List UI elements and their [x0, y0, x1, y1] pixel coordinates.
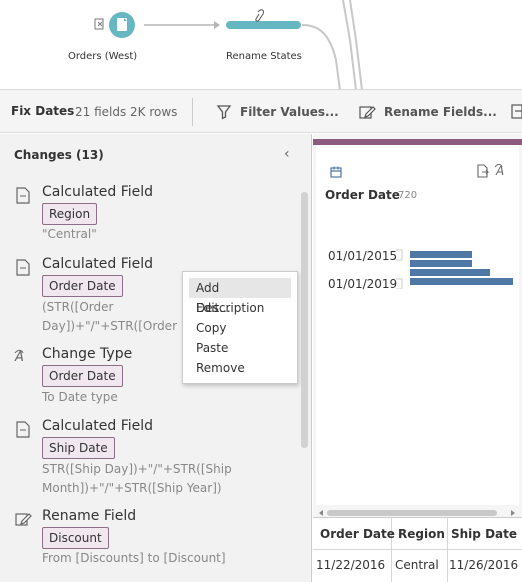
grid-cell[interactable]: 11/26/2016 — [449, 558, 518, 572]
field-pill: Region — [42, 203, 98, 225]
field-doc-icon[interactable] — [476, 164, 490, 178]
change-item[interactable]: Calculated Field Region "Central" — [14, 184, 294, 246]
filter-values-label: Filter Values... — [240, 105, 339, 119]
change-item[interactable]: Rename Field Discount From [Discounts] t… — [14, 508, 294, 570]
grid-cell[interactable]: Central — [395, 558, 439, 572]
change-description-line: Month])+"/"+STR([Ship Year]) — [42, 481, 222, 495]
rename-pencil-icon — [359, 106, 376, 119]
changes-header: Changes (13) — [14, 148, 104, 162]
calendar-icon — [330, 166, 342, 178]
menu-item-copy[interactable]: Copy — [189, 318, 291, 338]
field-pill: Order Date — [42, 275, 123, 297]
profile-bar[interactable] — [410, 251, 472, 258]
changes-scrollbar[interactable] — [301, 192, 308, 448]
step-toolbar: Fix Dates 21 fields 2K rows Filter Value… — [0, 90, 522, 133]
rename-fields-label: Rename Fields... — [384, 105, 497, 119]
change-type-icon: A — [14, 349, 24, 365]
change-title: Calculated Field — [42, 256, 154, 272]
collapse-panel-icon[interactable]: ‹ — [284, 146, 290, 162]
field-pill: Order Date — [42, 365, 123, 387]
step-title: Fix Dates — [11, 104, 75, 118]
flow-connectors — [94, 0, 363, 89]
change-description: From [Discounts] to [Discount] — [42, 551, 226, 565]
calculated-field-icon — [16, 421, 30, 438]
filter-icon — [216, 105, 232, 120]
profile-distinct-count: 720 — [398, 190, 418, 201]
change-title: Change Type — [42, 346, 133, 362]
more-actions-icon[interactable] — [511, 104, 522, 120]
column-header[interactable]: Region — [398, 527, 445, 541]
input-x-icon — [94, 18, 104, 30]
column-header[interactable]: Order Date — [320, 527, 395, 541]
bracket-ticks — [396, 249, 403, 289]
row-divider — [313, 549, 522, 550]
y-tick-label: 01/01/2015 — [328, 249, 398, 263]
change-item[interactable]: Calculated Field Ship Date STR([Ship Day… — [14, 418, 294, 498]
calculated-field-icon — [16, 187, 30, 204]
row-count: 2K rows — [130, 105, 178, 119]
profile-bar[interactable] — [410, 260, 472, 267]
column-divider — [447, 518, 448, 582]
node-rename-states-label[interactable]: Rename States — [226, 51, 302, 62]
profile-bar[interactable] — [410, 269, 490, 276]
field-count: 21 fields — [75, 105, 127, 119]
calculated-field-icon — [16, 259, 30, 276]
change-title: Calculated Field — [42, 184, 154, 200]
filter-values-button[interactable]: Filter Values... — [216, 100, 339, 124]
change-title: Rename Field — [42, 508, 137, 524]
change-type-icon[interactable]: A — [494, 163, 510, 177]
profile-field-name: Order Date — [325, 188, 400, 202]
menu-item-paste[interactable]: Paste — [189, 338, 291, 358]
rename-fields-button[interactable]: Rename Fields... — [358, 100, 497, 124]
flow-canvas[interactable]: Orders (West) Rename States — [0, 0, 522, 90]
menu-item-add-description[interactable]: Add Description — [189, 278, 291, 315]
profile-card[interactable]: A Order Date 720 01/01/2015 01/01/2019 — [316, 145, 519, 505]
node-orders-west-label[interactable]: Orders (West) — [68, 51, 137, 62]
change-title: Calculated Field — [42, 418, 154, 434]
data-grid: Order Date Region Ship Date 11/22/2016 C… — [313, 517, 522, 582]
y-tick-label: 01/01/2019 — [328, 277, 398, 291]
grid-cell[interactable]: 11/22/2016 — [316, 558, 385, 572]
column-header[interactable]: Ship Date — [451, 527, 517, 541]
profile-pane: A Order Date 720 01/01/2015 01/01/2019 — [313, 134, 522, 582]
toolbar-divider — [192, 98, 193, 126]
field-pill: Ship Date — [42, 437, 115, 459]
rename-field-icon — [15, 513, 32, 526]
change-description: To Date type — [42, 390, 118, 404]
context-menu: Add Description Edit... Copy Paste Remov… — [182, 271, 298, 384]
menu-item-remove[interactable]: Remove — [189, 358, 291, 378]
horizontal-scroll-thumb[interactable] — [327, 510, 497, 516]
field-pill: Discount — [42, 527, 109, 549]
change-description-line: STR([Ship Day])+"/"+STR([Ship — [42, 462, 232, 476]
profile-bar[interactable] — [410, 278, 513, 285]
change-description: "Central" — [42, 227, 97, 241]
